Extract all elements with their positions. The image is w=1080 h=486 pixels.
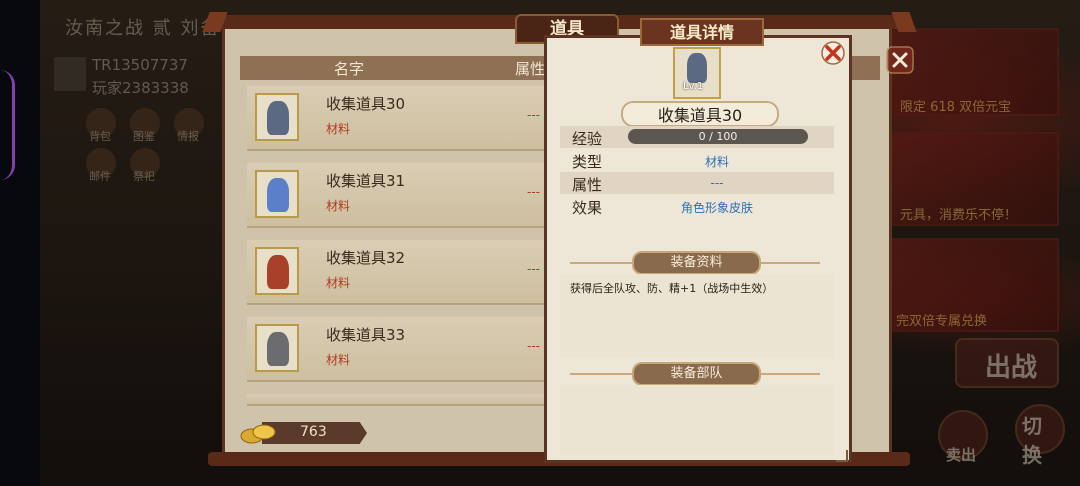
item-attr: --- (527, 108, 540, 122)
panel-close-icon[interactable] (884, 44, 916, 76)
equip-description: 获得后全队攻、防、精+1（战场中生效） (570, 282, 774, 295)
exp-max: 100 (716, 130, 738, 143)
item-attr: --- (527, 185, 540, 199)
effect-value: 角色形象皮肤 (680, 201, 753, 215)
item-name: 收集道具33 (326, 326, 406, 344)
attr-value: --- (710, 176, 724, 190)
item-icon (255, 247, 299, 295)
item-type: 材料 (326, 353, 351, 367)
item-row-partial (247, 394, 547, 406)
item-attr: --- (527, 339, 540, 353)
attr-label: 属性 (572, 176, 603, 194)
item-row[interactable]: 收集道具31 材料 --- (247, 163, 547, 228)
gold-amount: 763 (300, 424, 327, 440)
column-attr-header: 属性 (515, 60, 546, 78)
item-icon (255, 324, 299, 372)
equip-troop-body (560, 385, 834, 455)
type-value: 材料 (704, 155, 729, 169)
effect-label: 效果 (572, 199, 603, 217)
gold-ingot-icon (240, 424, 276, 444)
equip-troop-header: 装备部队 (632, 362, 761, 386)
item-row[interactable]: 收集道具33 材料 --- (247, 317, 547, 382)
item-attr: --- (527, 262, 540, 276)
item-name: 收集道具31 (326, 172, 406, 190)
item-name: 收集道具30 (326, 95, 406, 113)
detail-title: 道具详情 (669, 23, 734, 42)
item-name: 收集道具32 (326, 249, 406, 267)
equip-info-header: 装备资料 (632, 251, 761, 275)
detail-level: Lv.1 (683, 81, 704, 92)
item-row[interactable]: 收集道具32 材料 --- (247, 240, 547, 305)
item-icon (255, 93, 299, 141)
exp-current: 0 (698, 130, 706, 143)
item-type: 材料 (326, 276, 351, 290)
item-icon (255, 170, 299, 218)
column-name-header: 名字 (334, 60, 365, 78)
popup-corner-ornament (836, 450, 848, 462)
close-icon[interactable] (820, 40, 846, 66)
mage-figure-icon (267, 178, 289, 212)
exp-progress-text: 0 / 100 (698, 130, 738, 143)
item-row[interactable]: 收集道具30 材料 --- (247, 86, 547, 151)
item-type: 材料 (326, 122, 351, 136)
cavalry-figure-icon (267, 255, 289, 289)
edge-glow (0, 70, 15, 180)
type-label: 类型 (572, 153, 603, 171)
exp-label: 经验 (572, 130, 603, 148)
item-type: 材料 (326, 199, 351, 213)
detail-item-name: 收集道具30 (657, 106, 743, 125)
warrior-figure-icon (687, 53, 707, 83)
warrior-figure-icon (267, 101, 289, 135)
monk-figure-icon (267, 332, 289, 366)
